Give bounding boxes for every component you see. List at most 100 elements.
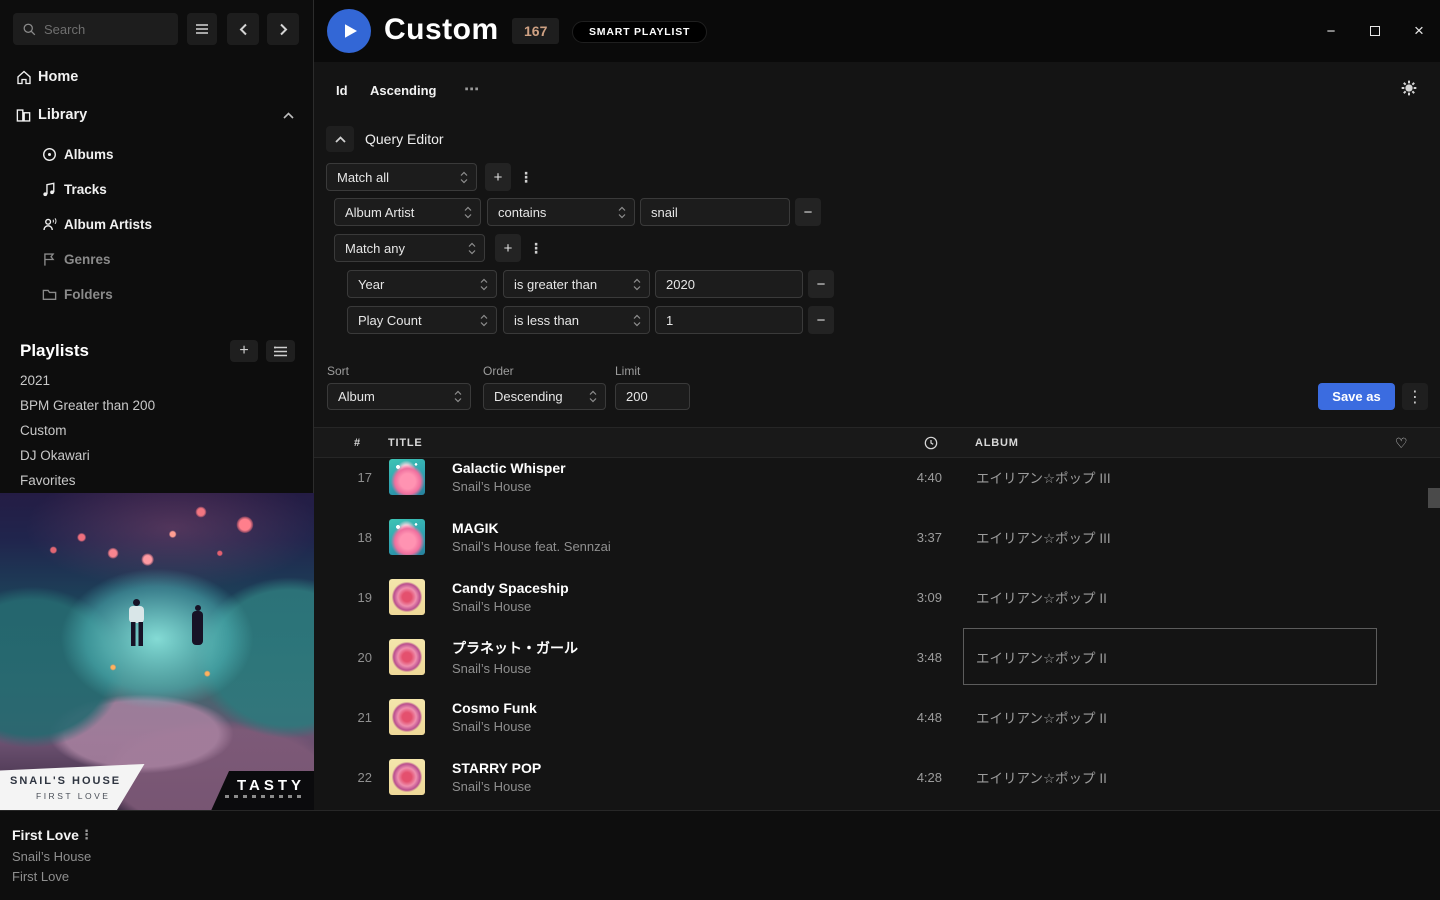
playlist-item[interactable]: DJ Okawari: [20, 448, 90, 466]
window-maximize-button[interactable]: [1365, 22, 1385, 40]
ellipsis-icon: ⋯: [464, 81, 479, 98]
track-album-cell[interactable]: エイリアン☆ポップ II: [963, 748, 1377, 805]
rule1-field-select[interactable]: Album Artist: [334, 198, 481, 226]
sidebar-item-tracks[interactable]: Tracks: [0, 178, 313, 200]
window-minimize-button[interactable]: −: [1321, 22, 1341, 40]
order-select[interactable]: Descending: [483, 383, 606, 410]
rule2-operator-select[interactable]: is greater than: [503, 270, 650, 298]
track-row[interactable]: 17 Galactic WhisperSnail’s House 4:40 エイ…: [314, 458, 1440, 507]
track-cover-thumbnail: [389, 579, 425, 615]
window-close-button[interactable]: ×: [1409, 22, 1429, 40]
favorite-column-heart-icon[interactable]: ♡: [1395, 435, 1408, 452]
rule2-value-input[interactable]: [655, 270, 803, 298]
rule3-value-input[interactable]: [655, 306, 803, 334]
collapse-chevron-icon[interactable]: [283, 112, 294, 119]
track-duration: 4:48: [854, 687, 942, 747]
track-album-cell[interactable]: エイリアン☆ポップ III: [963, 508, 1377, 565]
track-number: 18: [334, 507, 372, 567]
sidebar-item-library[interactable]: Library: [0, 102, 313, 128]
sidebar-item-albums[interactable]: Albums: [0, 143, 313, 165]
library-label: Library: [38, 107, 87, 123]
rule1-operator-select[interactable]: contains: [487, 198, 635, 226]
sort-field-button[interactable]: Id: [336, 83, 348, 98]
column-index[interactable]: #: [354, 437, 361, 449]
rule3-operator-select[interactable]: is less than: [503, 306, 650, 334]
now-playing-menu-button[interactable]: ⋮: [80, 827, 93, 843]
query-editor-collapse-button[interactable]: [326, 126, 354, 152]
group-menu-button-2[interactable]: ⋮: [529, 240, 543, 257]
sidebar: Home Library Albums Tracks: [0, 0, 314, 810]
select-updown-icon: [454, 390, 462, 403]
add-playlist-button[interactable]: +: [230, 340, 258, 362]
match-type-select-2[interactable]: Match any: [334, 234, 485, 262]
select-updown-icon: [633, 278, 641, 291]
column-album[interactable]: ALBUM: [975, 437, 1019, 449]
playlist-item[interactable]: BPM Greater than 200: [20, 398, 155, 416]
track-cover-thumbnail: [389, 699, 425, 735]
sort-select[interactable]: Album: [327, 383, 471, 410]
cover-banner: SNAIL'S HOUSE FIRST LOVE: [0, 764, 172, 810]
hamburger-icon: [195, 23, 209, 35]
duration-clock-icon[interactable]: [924, 436, 938, 453]
add-rule-button-1[interactable]: +: [485, 163, 511, 191]
track-title: Galactic Whisper: [452, 460, 566, 476]
app-window: Home Library Albums Tracks: [0, 0, 1440, 900]
sidebar-item-genres[interactable]: Genres: [0, 248, 313, 270]
sidebar-item-folders[interactable]: Folders: [0, 283, 313, 305]
remove-rule1-button[interactable]: −: [795, 198, 821, 226]
playlist-list-button[interactable]: [266, 340, 295, 362]
rule-operator-value: is greater than: [514, 277, 597, 292]
column-title[interactable]: TITLE: [388, 437, 423, 449]
play-playlist-button[interactable]: [327, 9, 371, 53]
back-button[interactable]: [227, 13, 259, 45]
list-icon: [274, 346, 287, 357]
track-album-cell[interactable]: エイリアン☆ポップ II: [963, 568, 1377, 625]
add-rule-button-2[interactable]: +: [495, 234, 521, 262]
genres-label: Genres: [64, 252, 111, 267]
now-playing-album[interactable]: First Love: [12, 869, 69, 884]
playlist-item[interactable]: Custom: [20, 423, 67, 441]
track-row[interactable]: 21 Cosmo FunkSnail’s House 4:48 エイリアン☆ポッ…: [314, 687, 1440, 747]
albums-icon: [42, 147, 57, 162]
sidebar-item-home[interactable]: Home: [0, 64, 313, 90]
track-count-badge: 167: [512, 18, 559, 44]
sidebar-item-album-artists[interactable]: Album Artists: [0, 213, 313, 235]
match-type-value: Match any: [345, 241, 405, 256]
sidebar-top-controls: [0, 0, 313, 58]
playlist-item[interactable]: 2021: [20, 373, 50, 391]
search-input[interactable]: [44, 22, 154, 37]
track-row[interactable]: 18 MAGIKSnail’s House feat. Sennzai 3:37…: [314, 507, 1440, 567]
home-label: Home: [38, 69, 78, 85]
forward-button[interactable]: [267, 13, 299, 45]
remove-rule3-button[interactable]: −: [808, 306, 834, 334]
select-updown-icon: [464, 206, 472, 219]
group-menu-button-1[interactable]: ⋮: [519, 169, 533, 186]
track-album-cell-focused[interactable]: エイリアン☆ポップ II: [963, 628, 1377, 685]
search-box[interactable]: [13, 13, 178, 45]
playlists-title: Playlists: [20, 341, 89, 361]
match-type-select-1[interactable]: Match all: [326, 163, 477, 191]
settings-button[interactable]: [1401, 80, 1417, 96]
rule3-field-select[interactable]: Play Count: [347, 306, 497, 334]
track-row[interactable]: 19 Candy SpaceshipSnail’s House 3:09 エイリ…: [314, 567, 1440, 627]
rule2-field-select[interactable]: Year: [347, 270, 497, 298]
track-row[interactable]: 20 プラネット・ガールSnail’s House 3:48 エイリアン☆ポップ…: [314, 627, 1440, 687]
sort-value: Album: [338, 389, 375, 404]
track-album-cell[interactable]: エイリアン☆ポップ III: [963, 458, 1377, 505]
limit-input[interactable]: [615, 383, 690, 410]
now-playing-title[interactable]: First Love: [12, 827, 79, 843]
save-menu-button[interactable]: ⋮: [1402, 383, 1428, 410]
remove-rule2-button[interactable]: −: [808, 270, 834, 298]
playlist-item[interactable]: Favorites: [20, 473, 76, 491]
rule1-value-input[interactable]: [640, 198, 790, 226]
save-as-button[interactable]: Save as: [1318, 383, 1395, 410]
track-album-cell[interactable]: エイリアン☆ポップ II: [963, 688, 1377, 745]
track-artist: Snail’s House: [452, 599, 569, 614]
more-options-button[interactable]: ⋯: [464, 80, 479, 98]
track-title: STARRY POP: [452, 760, 541, 776]
sort-direction-button[interactable]: Ascending: [370, 83, 436, 98]
now-playing-artist[interactable]: Snail’s House: [12, 849, 91, 864]
menu-button[interactable]: [187, 13, 217, 45]
scrollbar-thumb[interactable]: [1428, 488, 1440, 508]
track-row[interactable]: 22 STARRY POPSnail’s House 4:28 エイリアン☆ポッ…: [314, 747, 1440, 807]
